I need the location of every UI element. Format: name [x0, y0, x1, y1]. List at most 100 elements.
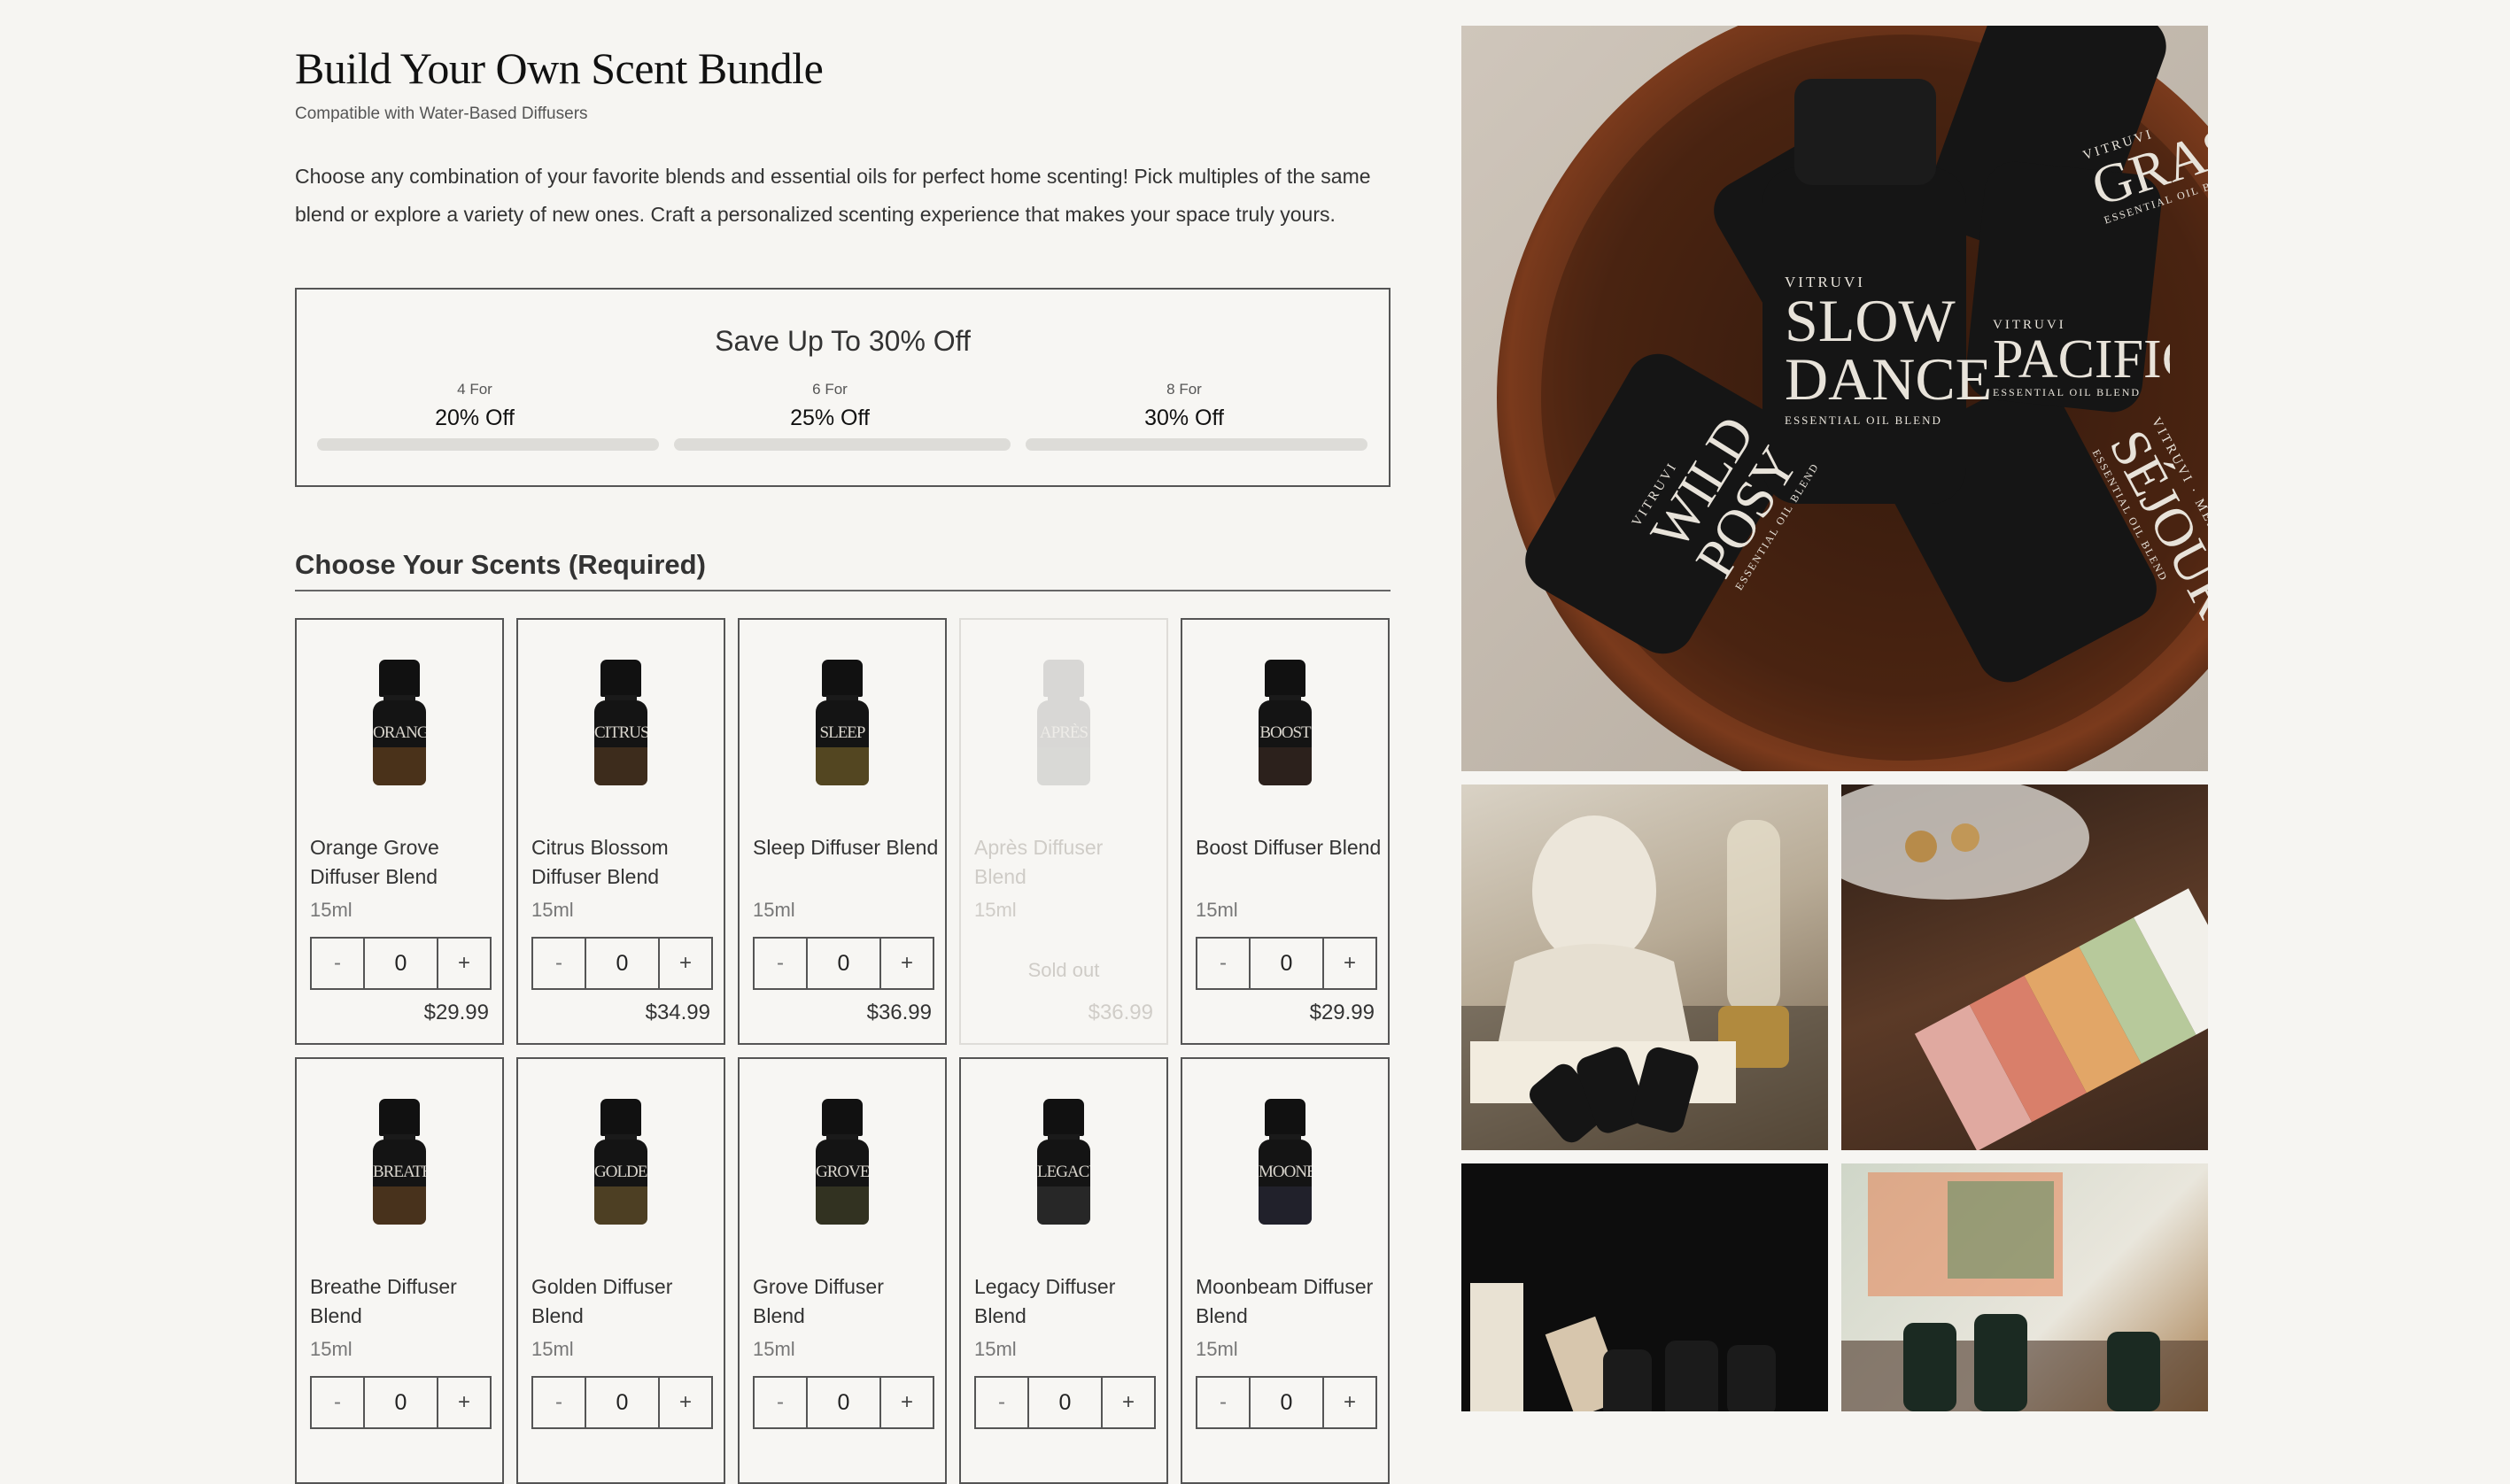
bottle-cap	[379, 660, 420, 697]
product-name[interactable]: Après Diffuser Blend	[974, 833, 1160, 892]
savings-tier: 6 For 25% Off	[653, 381, 1007, 431]
bottle-tint	[594, 746, 647, 785]
quantity-input[interactable]: 0	[365, 939, 437, 988]
bottle-cap	[1043, 1099, 1084, 1136]
product-name[interactable]: Boost Diffuser Blend	[1196, 833, 1382, 862]
product-name[interactable]: Breathe Diffuser Blend	[310, 1272, 496, 1331]
product-card[interactable]: MOONBEAM Moonbeam Diffuser Blend 15ml - …	[1181, 1057, 1390, 1484]
bottle-tint	[1037, 746, 1090, 785]
tier-discount: 20% Off	[435, 406, 515, 430]
page-title: Build Your Own Scent Bundle	[295, 43, 824, 93]
decrease-button[interactable]: -	[1197, 1378, 1251, 1427]
increase-button[interactable]: +	[437, 1378, 490, 1427]
increase-button[interactable]: +	[658, 939, 711, 988]
decrease-button[interactable]: -	[1197, 939, 1251, 988]
tier-progress-bar	[1026, 438, 1367, 451]
increase-button[interactable]: +	[1322, 1378, 1375, 1427]
boxes-photo-graphic	[1841, 785, 2208, 1150]
product-price: $36.99	[1088, 1001, 1153, 1024]
gallery-image-bust[interactable]	[1461, 785, 1828, 1150]
product-name[interactable]: Golden Diffuser Blend	[531, 1272, 717, 1331]
quantity-input[interactable]: 0	[1251, 1378, 1322, 1427]
decrease-button[interactable]: -	[976, 1378, 1029, 1427]
quantity-input[interactable]: 0	[586, 939, 658, 988]
product-size: 15ml	[310, 899, 352, 921]
product-card[interactable]: CITRUS BLOSSOM Citrus Blossom Diffuser B…	[516, 618, 725, 1045]
product-card[interactable]: BREATHE Breathe Diffuser Blend 15ml - 0 …	[295, 1057, 504, 1484]
product-bottle-icon[interactable]: APRÈS	[1037, 660, 1090, 785]
product-price: $29.99	[423, 1001, 489, 1024]
product-bottle-icon[interactable]: SLEEP	[816, 660, 869, 785]
gallery-image-dark[interactable]	[1461, 1163, 1828, 1411]
product-card[interactable]: LEGACY Legacy Diffuser Blend 15ml - 0 +	[959, 1057, 1168, 1484]
product-name[interactable]: Grove Diffuser Blend	[753, 1272, 939, 1331]
increase-button[interactable]: +	[879, 1378, 933, 1427]
quantity-stepper: - 0 +	[753, 937, 934, 990]
bottle-tint	[1259, 1186, 1312, 1225]
product-name[interactable]: Orange Grove Diffuser Blend	[310, 833, 496, 892]
decrease-button[interactable]: -	[533, 939, 586, 988]
product-bottle-icon[interactable]: BREATHE	[373, 1099, 426, 1225]
decrease-button[interactable]: -	[755, 1378, 808, 1427]
gallery-image-colorful[interactable]	[1841, 1163, 2208, 1411]
bottle-cap	[822, 1099, 863, 1136]
product-bottle-icon[interactable]: LEGACY	[1037, 1099, 1090, 1225]
product-size: 15ml	[531, 1338, 574, 1360]
quantity-input[interactable]: 0	[808, 1378, 879, 1427]
product-bottle-icon[interactable]: BOOST	[1259, 660, 1312, 785]
gallery-image-boxes[interactable]	[1841, 785, 2208, 1150]
product-bottle-icon[interactable]: GOLDEN	[594, 1099, 647, 1225]
bottle-cap	[1265, 1099, 1305, 1136]
product-card[interactable]: APRÈS Après Diffuser Blend 15ml Sold out $…	[959, 618, 1168, 1045]
quantity-input[interactable]: 0	[1029, 1378, 1101, 1427]
quantity-input[interactable]: 0	[1251, 939, 1322, 988]
bottle-tint	[373, 746, 426, 785]
product-size: 15ml	[753, 899, 795, 921]
product-card[interactable]: GOLDEN Golden Diffuser Blend 15ml - 0 +	[516, 1057, 725, 1484]
quantity-stepper: - 0 +	[531, 937, 713, 990]
gallery-hero-image[interactable]: VITRUVI SLOW DANCE ESSENTIAL OIL BLEND V…	[1461, 26, 2208, 771]
bottle-label: SLEEP	[819, 723, 866, 742]
hero-label: VITRUVI PACIFIC ESSENTIAL OIL BLEND	[1993, 318, 2170, 460]
decrease-button[interactable]: -	[312, 939, 365, 988]
increase-button[interactable]: +	[437, 939, 490, 988]
bottle-label: GOLDEN	[594, 1163, 647, 1181]
quantity-input[interactable]: 0	[365, 1378, 437, 1427]
decrease-button[interactable]: -	[533, 1378, 586, 1427]
product-price: $29.99	[1309, 1001, 1375, 1024]
product-card[interactable]: GROVE Grove Diffuser Blend 15ml - 0 +	[738, 1057, 947, 1484]
quantity-input[interactable]: 0	[586, 1378, 658, 1427]
product-bottle-icon[interactable]: ORANGE GROVE	[373, 660, 426, 785]
product-card[interactable]: BOOST Boost Diffuser Blend 15ml - 0 + $2…	[1181, 618, 1390, 1045]
product-bottle-icon[interactable]: MOONBEAM	[1259, 1099, 1312, 1225]
quantity-stepper: - 0 +	[1196, 937, 1377, 990]
bottle-body: BREATHE	[373, 1140, 426, 1225]
bottle-body: MOONBEAM	[1259, 1140, 1312, 1225]
product-name[interactable]: Legacy Diffuser Blend	[974, 1272, 1160, 1331]
bottle-label: ORANGE GROVE	[373, 723, 426, 742]
product-name[interactable]: Citrus Blossom Diffuser Blend	[531, 833, 717, 892]
increase-button[interactable]: +	[1101, 1378, 1154, 1427]
product-name[interactable]: Sleep Diffuser Blend	[753, 833, 939, 862]
bottle-body: APRÈS	[1037, 700, 1090, 785]
increase-button[interactable]: +	[1322, 939, 1375, 988]
tier-quantity: 4 For	[457, 381, 492, 398]
page-description: Choose any combination of your favorite …	[295, 165, 1371, 226]
tier-quantity: 6 For	[812, 381, 848, 398]
colorful-photo-graphic	[1841, 1172, 2208, 1411]
quantity-input[interactable]: 0	[808, 939, 879, 988]
decrease-button[interactable]: -	[312, 1378, 365, 1427]
product-bottle-icon[interactable]: CITRUS BLOSSOM	[594, 660, 647, 785]
bottle-tint	[594, 1186, 647, 1225]
product-name[interactable]: Moonbeam Diffuser Blend	[1196, 1272, 1382, 1331]
product-card[interactable]: SLEEP Sleep Diffuser Blend 15ml - 0 + $3…	[738, 618, 947, 1045]
decrease-button[interactable]: -	[755, 939, 808, 988]
quantity-stepper: - 0 +	[310, 937, 492, 990]
increase-button[interactable]: +	[658, 1378, 711, 1427]
increase-button[interactable]: +	[879, 939, 933, 988]
product-bottle-icon[interactable]: GROVE	[816, 1099, 869, 1225]
savings-panel: Save Up To 30% Off 4 For 20% Off 6 For 2…	[295, 288, 1391, 487]
hero-label-name: SLOW DANCE	[1785, 287, 1993, 413]
product-card[interactable]: ORANGE GROVE Orange Grove Diffuser Blend…	[295, 618, 504, 1045]
bottle-cap	[822, 660, 863, 697]
